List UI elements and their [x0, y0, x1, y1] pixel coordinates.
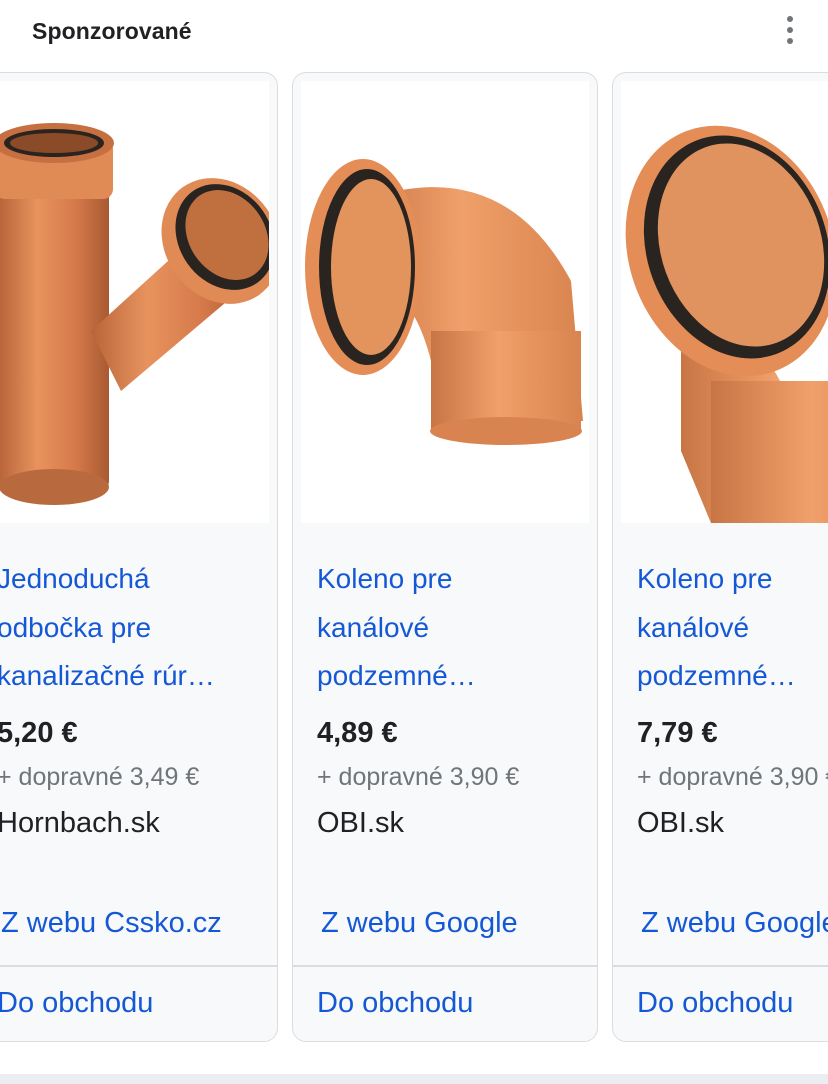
section-separator — [0, 1074, 828, 1084]
title-line: kanálové — [317, 611, 430, 643]
shipping-cost: + dopravné 3,49 € — [0, 763, 200, 791]
go-to-shop-link[interactable]: Do obchodu — [317, 987, 473, 1020]
elbow-pipe-image[interactable] — [621, 81, 828, 523]
elbow-pipe-image[interactable] — [301, 81, 589, 523]
title-line: podzemné… — [637, 660, 796, 691]
source-link[interactable]: Z webu Google — [641, 907, 828, 940]
source-link[interactable]: Z webu Cssko.cz — [1, 907, 222, 940]
product-title-link[interactable]: Koleno pre kanálové podzemné… — [637, 555, 828, 701]
title-line: kanálové — [637, 611, 750, 643]
title-line: odbočka pre — [0, 611, 152, 643]
product-title-link[interactable]: Koleno pre kanálové podzemné… — [317, 555, 579, 701]
product-card[interactable]: Koleno pre kanálové podzemné… 4,89 € + d… — [292, 72, 598, 1042]
product-title-link[interactable]: Jednoduchá odbočka pre kanalizačné rúr… — [0, 555, 259, 701]
shipping-cost: + dopravné 3,90 € — [637, 763, 828, 791]
go-to-shop-link[interactable]: Do obchodu — [637, 987, 793, 1020]
title-line: kanalizačné rúr… — [0, 660, 215, 691]
sponsored-header: Sponzorované — [0, 0, 828, 64]
title-line: Koleno pre — [637, 563, 773, 594]
product-carousel[interactable]: Jednoduchá odbočka pre kanalizačné rúr… … — [0, 72, 828, 1044]
sponsored-title: Sponzorované — [32, 18, 192, 44]
title-line: podzemné… — [317, 660, 476, 691]
more-options-icon[interactable] — [772, 10, 808, 50]
product-price: 5,20 € — [0, 717, 78, 749]
shipping-cost: + dopravné 3,90 € — [317, 763, 520, 791]
source-link[interactable]: Z webu Google — [321, 907, 518, 940]
card-divider — [613, 965, 828, 967]
y-branch-pipe-image[interactable] — [0, 81, 269, 523]
product-card[interactable]: Jednoduchá odbočka pre kanalizačné rúr… … — [0, 72, 278, 1042]
product-price: 7,79 € — [637, 717, 718, 749]
card-divider — [0, 965, 277, 967]
title-line: Koleno pre — [317, 563, 453, 594]
title-line: Jednoduchá — [0, 563, 150, 594]
product-price: 4,89 € — [317, 717, 398, 749]
store-name: OBI.sk — [637, 807, 725, 839]
go-to-shop-link[interactable]: Do obchodu — [0, 987, 153, 1020]
card-divider — [293, 965, 597, 967]
product-card[interactable]: Koleno pre kanálové podzemné… 7,79 € + d… — [612, 72, 828, 1042]
store-name: Hornbach.sk — [0, 807, 160, 839]
store-name: OBI.sk — [317, 807, 405, 839]
